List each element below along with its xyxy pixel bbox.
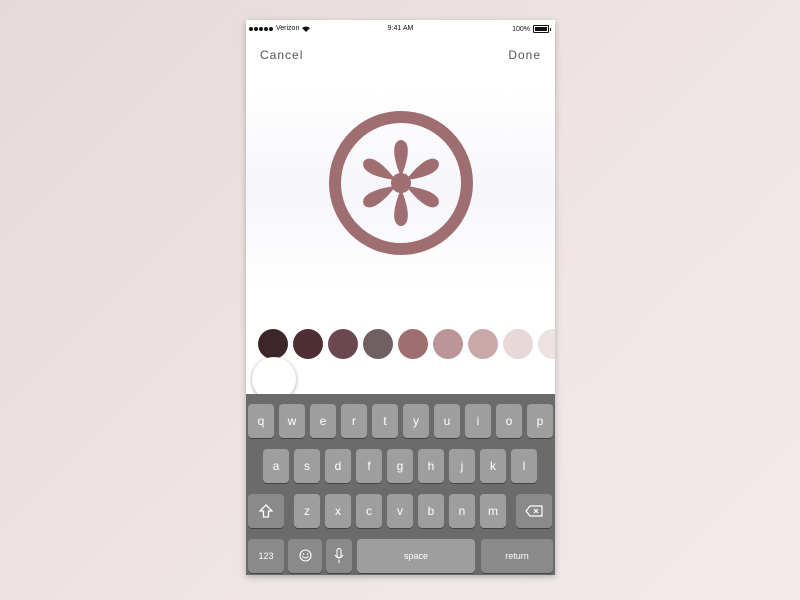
key-label: p <box>536 414 544 428</box>
key-h[interactable]: h <box>418 449 444 483</box>
key-label: b <box>427 504 435 518</box>
return-key[interactable]: return <box>481 539 553 573</box>
key-b[interactable]: b <box>418 494 444 528</box>
key-u[interactable]: u <box>434 404 460 438</box>
key-a[interactable]: a <box>263 449 289 483</box>
delete-icon <box>525 505 543 517</box>
key-p[interactable]: p <box>527 404 553 438</box>
color-swatch[interactable] <box>538 329 555 359</box>
key-q[interactable]: q <box>248 404 274 438</box>
key-label: f <box>367 459 371 473</box>
status-bar: Verizon 9:41 AM 100% <box>246 20 555 38</box>
color-swatch[interactable] <box>293 329 323 359</box>
key-label: q <box>257 414 265 428</box>
key-label: h <box>427 459 435 473</box>
key-label: k <box>490 459 496 473</box>
key-label: a <box>272 459 280 473</box>
key-l[interactable]: l <box>511 449 537 483</box>
key-label: d <box>334 459 342 473</box>
key-x[interactable]: x <box>325 494 351 528</box>
shift-key[interactable] <box>248 494 284 528</box>
delete-key[interactable] <box>516 494 552 528</box>
key-y[interactable]: y <box>403 404 429 438</box>
done-button[interactable]: Done <box>508 48 541 62</box>
status-time: 9:41 AM <box>387 25 414 32</box>
key-label: x <box>335 504 341 518</box>
color-swatch-row <box>246 327 555 361</box>
keyboard: q w e r t y u i o p a s d f g h j k l z x c v b n m 123 space return <box>246 394 555 575</box>
key-t[interactable]: t <box>372 404 398 438</box>
key-label: v <box>397 504 403 518</box>
microphone-key[interactable] <box>326 539 352 573</box>
key-label: s <box>304 459 310 473</box>
key-s[interactable]: s <box>294 449 320 483</box>
key-label: w <box>287 414 297 428</box>
key-label: c <box>366 504 372 518</box>
key-m[interactable]: m <box>480 494 506 528</box>
key-label: space <box>403 551 429 561</box>
microphone-icon <box>334 547 344 563</box>
key-i[interactable]: i <box>465 404 491 438</box>
key-d[interactable]: d <box>325 449 351 483</box>
color-swatch[interactable] <box>468 329 498 359</box>
color-swatch[interactable] <box>503 329 533 359</box>
key-o[interactable]: o <box>496 404 522 438</box>
key-label: return <box>505 551 529 561</box>
color-swatch[interactable] <box>328 329 358 359</box>
key-label: 123 <box>258 551 274 561</box>
emoji-icon <box>298 549 312 562</box>
asterisk-icon <box>329 111 473 255</box>
color-swatch[interactable] <box>363 329 393 359</box>
emoji-key[interactable] <box>288 539 322 573</box>
key-label: i <box>476 414 480 428</box>
phone-screen: Verizon 9:41 AM 100% Cancel Done q w e r… <box>246 20 555 575</box>
color-swatch[interactable] <box>398 329 428 359</box>
key-label: n <box>458 504 466 518</box>
key-j[interactable]: j <box>449 449 475 483</box>
key-label: z <box>304 504 310 518</box>
numbers-key[interactable]: 123 <box>248 539 284 573</box>
color-swatch[interactable] <box>433 329 463 359</box>
key-label: o <box>505 414 513 428</box>
key-label: y <box>413 414 419 428</box>
key-e[interactable]: e <box>310 404 336 438</box>
key-w[interactable]: w <box>279 404 305 438</box>
shift-icon <box>258 504 274 518</box>
key-label: g <box>396 459 404 473</box>
color-swatch[interactable] <box>258 329 288 359</box>
status-right: 100% <box>512 25 551 33</box>
key-k[interactable]: k <box>480 449 506 483</box>
key-label: m <box>488 504 498 518</box>
key-r[interactable]: r <box>341 404 367 438</box>
space-key[interactable]: space <box>357 539 475 573</box>
key-label: j <box>460 459 464 473</box>
key-label: e <box>319 414 327 428</box>
key-n[interactable]: n <box>449 494 475 528</box>
key-f[interactable]: f <box>356 449 382 483</box>
key-label: u <box>443 414 451 428</box>
key-g[interactable]: g <box>387 449 413 483</box>
battery-icon <box>533 25 549 33</box>
battery-percent: 100% <box>512 25 530 33</box>
nav-bar: Cancel Done <box>246 48 555 68</box>
key-label: r <box>352 414 356 428</box>
key-c[interactable]: c <box>356 494 382 528</box>
battery-nub <box>550 27 551 31</box>
key-label: t <box>383 414 387 428</box>
cancel-button[interactable]: Cancel <box>260 48 303 62</box>
key-z[interactable]: z <box>294 494 320 528</box>
key-label: l <box>522 459 526 473</box>
icon-preview <box>246 90 555 290</box>
key-v[interactable]: v <box>387 494 413 528</box>
